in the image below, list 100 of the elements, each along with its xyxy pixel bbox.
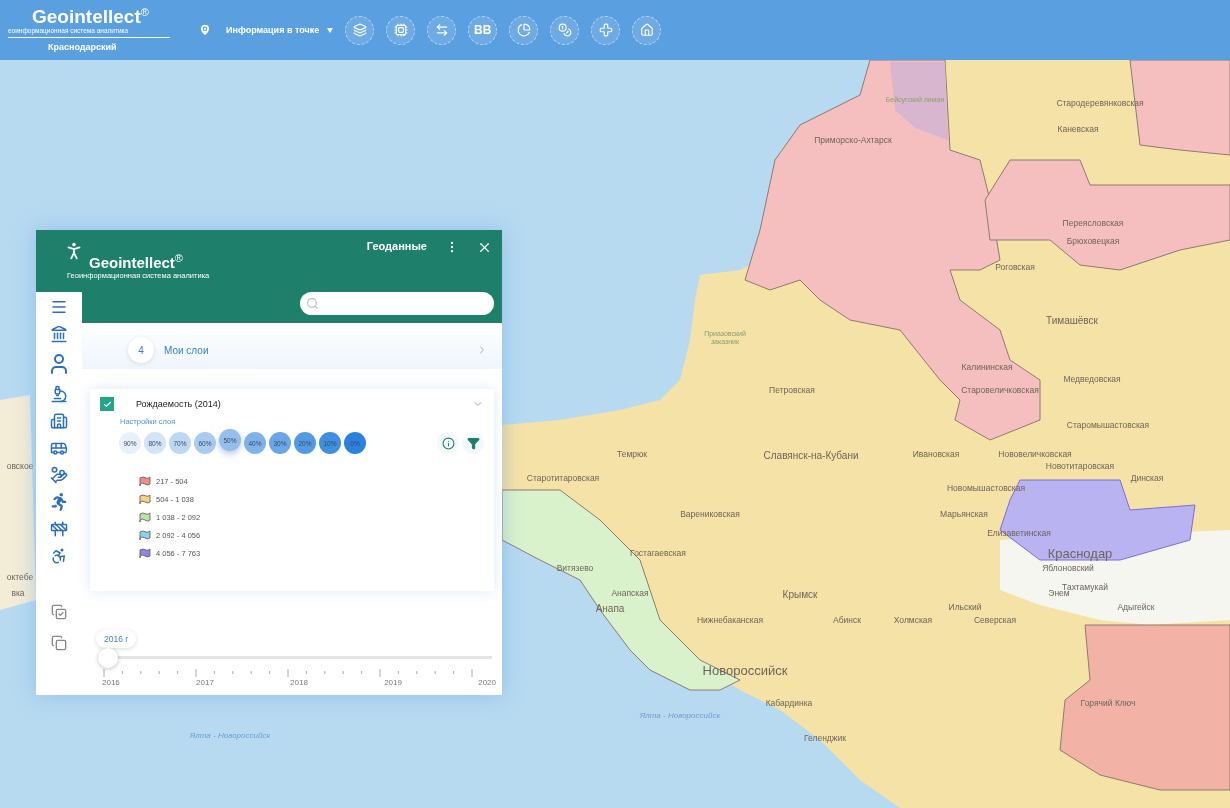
- info-button[interactable]: [437, 432, 459, 454]
- place-label: Брюховецкая: [1066, 237, 1120, 247]
- place-label: Марьянская: [940, 510, 988, 520]
- place-label: Абинск: [833, 616, 861, 626]
- copy-check-icon: [51, 604, 67, 620]
- place-label: Стародеревянковская: [1056, 99, 1144, 109]
- toolbar-button[interactable]: [509, 15, 539, 45]
- place-label: Горячий Ключ: [1080, 699, 1136, 709]
- place-label: Варениковская: [680, 510, 740, 520]
- place-label: Анапа: [595, 602, 625, 614]
- place-label: Каневская: [1057, 125, 1099, 135]
- sidebar-button[interactable]: [50, 412, 68, 430]
- layers-icon: [352, 23, 367, 37]
- region-name: Краснодарский: [47, 42, 118, 53]
- toolbar-button[interactable]: [427, 15, 457, 45]
- route-label: Ялта - Новороссийск: [639, 711, 721, 721]
- coins-icon: [557, 23, 572, 37]
- place-label: Геленджик: [804, 734, 846, 744]
- place-label: Адыгейск: [1117, 603, 1155, 613]
- place-label: Нововеличковская: [998, 450, 1072, 460]
- sidebar-button[interactable]: [50, 520, 68, 538]
- place-label: Северская: [973, 616, 1017, 626]
- copy-icon: [51, 635, 67, 651]
- place-label: Переясловская: [1062, 219, 1124, 229]
- arrows-icon: [434, 23, 449, 37]
- layer-count: 4: [128, 337, 154, 363]
- layer-name: Рождаемость (2014): [136, 399, 222, 409]
- place-label: Яблоновский: [1042, 564, 1094, 574]
- place-label: Краснодар: [1047, 546, 1113, 562]
- info-icon: [441, 436, 455, 450]
- route-label: Ялта - Новороссийск: [189, 731, 271, 741]
- home-icon: [639, 23, 654, 37]
- place-label: Кабардинка: [765, 699, 813, 709]
- toolbar-button[interactable]: [550, 15, 580, 45]
- toolbar-button[interactable]: [386, 15, 416, 45]
- year-label: 2018: [290, 678, 308, 687]
- place-label: овское: [6, 462, 34, 472]
- panel-title: Геоданные: [366, 240, 427, 252]
- place-label: Старомышастовская: [1066, 421, 1150, 431]
- year-label: 2017: [196, 678, 214, 687]
- place-label: Анапская: [611, 589, 649, 599]
- place-label: Темрюк: [616, 450, 648, 460]
- logo-text: Geointellect$^{®}$: [89, 252, 184, 271]
- place-label: Медведовская: [1063, 375, 1121, 385]
- place-label: Елизаветинская: [987, 529, 1051, 539]
- map-pin-icon: [198, 23, 212, 37]
- search-icon: [306, 297, 319, 310]
- check-icon: [102, 399, 112, 409]
- place-label: Динская: [1130, 474, 1164, 484]
- buildings-icon: [50, 412, 68, 430]
- search-field[interactable]: [300, 292, 494, 315]
- roadwork-icon: [50, 520, 68, 538]
- sidebar-button[interactable]: [50, 385, 68, 403]
- place-label: Витязево: [556, 564, 594, 574]
- close-icon: [477, 240, 492, 255]
- year-label: 2019: [384, 678, 402, 687]
- place-label: Энем: [1048, 589, 1070, 599]
- chip-icon: [393, 23, 408, 37]
- place-label: Ильский: [948, 603, 982, 613]
- place-label: Тимашёвск: [1046, 314, 1098, 326]
- cross-icon: [598, 23, 613, 37]
- microscope-icon: [50, 385, 68, 403]
- place-label: октебе: [6, 573, 34, 583]
- location-mode-dropdown[interactable]: Информация в точке: [198, 23, 334, 37]
- sidebar-button[interactable]: [50, 298, 68, 316]
- sidebar-button[interactable]: [50, 325, 68, 343]
- close-button[interactable]: [477, 240, 492, 255]
- toolbar-button[interactable]: [591, 15, 621, 45]
- year-bubble: 2016 г: [96, 630, 137, 648]
- place-label: Нижнебаканская: [696, 616, 764, 626]
- runner-icon: [50, 493, 68, 511]
- sidebar-button[interactable]: [51, 635, 67, 651]
- logo-text: Geointellect$^{®}$: [31, 4, 150, 28]
- pie-chart-icon: [516, 23, 531, 37]
- place-label: Старовеличковская: [961, 386, 1039, 396]
- year-label: 2016: [102, 678, 120, 687]
- museum-icon: [50, 325, 68, 343]
- place-label: вка: [11, 589, 25, 599]
- my-layers-link[interactable]: Мои слои: [164, 344, 476, 356]
- place-label: Холмская: [893, 616, 933, 626]
- toolbar-button[interactable]: BB: [468, 15, 498, 45]
- place-label: Ивановская: [912, 450, 960, 460]
- place-label: Славянск-на-Кубани: [763, 449, 859, 461]
- menu-icon: [50, 298, 68, 316]
- place-label: Петровская: [769, 386, 815, 396]
- place-label: Калининская: [961, 363, 1013, 373]
- toolbar-button[interactable]: [632, 15, 662, 45]
- layer-checkbox[interactable]: [100, 397, 114, 411]
- place-label: Приморско-Ахтарск: [814, 136, 892, 146]
- place-label: Старотитаровская: [526, 474, 600, 484]
- toolbar-button[interactable]: [345, 15, 375, 45]
- place-label: Роговская: [995, 263, 1035, 273]
- year-label: 2020: [478, 678, 496, 687]
- filter-button[interactable]: [462, 432, 484, 454]
- filter-icon: [466, 436, 480, 450]
- caret-icon: [327, 27, 334, 33]
- sidebar-button[interactable]: [51, 604, 67, 620]
- sidebar-button[interactable]: [50, 493, 68, 511]
- place-label: Крымск: [782, 588, 818, 600]
- place-label: Новотитаровская: [1045, 462, 1115, 472]
